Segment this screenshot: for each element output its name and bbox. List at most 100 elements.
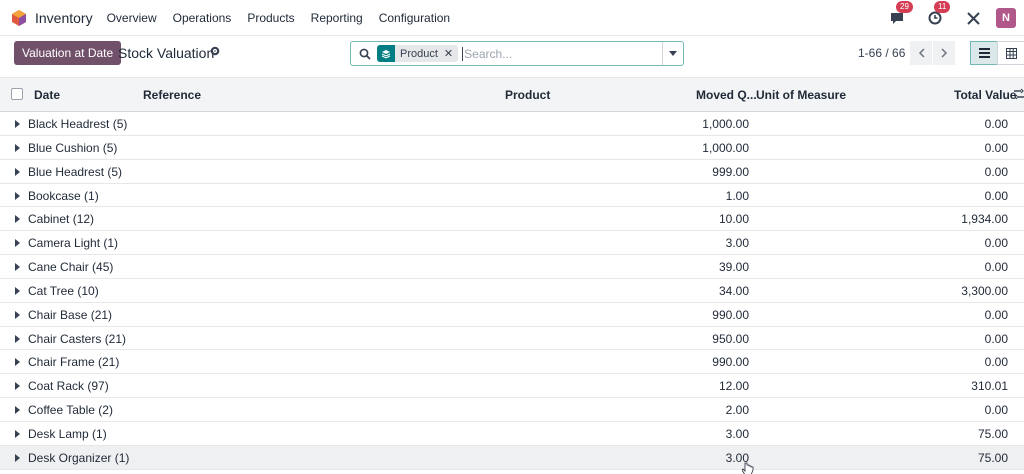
group-row[interactable]: Chair Base (21) 990.00 0.00 xyxy=(0,303,1024,327)
column-settings-icon[interactable] xyxy=(1014,88,1024,100)
group-row[interactable]: Coffee Table (2) 2.00 0.00 xyxy=(0,398,1024,422)
pager-previous-button[interactable] xyxy=(910,41,932,65)
group-name: Black Headrest (5) xyxy=(28,117,128,131)
total-value: 75.00 xyxy=(977,450,1008,465)
group-row[interactable]: Desk Organizer (1) 3.00 75.00 xyxy=(0,445,1024,470)
total-value: 3,300.00 xyxy=(961,283,1008,298)
moved-quantity: 1,000.00 xyxy=(702,140,749,155)
activities-badge: 11 xyxy=(934,1,951,13)
moved-quantity: 34.00 xyxy=(718,283,749,298)
group-name: Bookcase (1) xyxy=(28,188,99,203)
column-product[interactable]: Product xyxy=(505,88,550,102)
group-row[interactable]: Blue Headrest (5) 999.00 0.00 xyxy=(0,160,1024,184)
top-navbar: Inventory Overview Operations Products R… xyxy=(0,0,1024,36)
user-avatar[interactable]: N xyxy=(996,8,1016,28)
caret-right-icon[interactable] xyxy=(15,406,20,415)
menu-reporting[interactable]: Reporting xyxy=(311,11,363,25)
caret-right-icon[interactable] xyxy=(15,239,20,248)
group-row[interactable]: Cabinet (12) 10.00 1,934.00 xyxy=(0,207,1024,232)
chevron-right-icon xyxy=(940,48,947,58)
group-name: Desk Organizer (1) xyxy=(28,450,130,465)
caret-right-icon[interactable] xyxy=(15,358,20,367)
moved-quantity: 39.00 xyxy=(718,260,749,275)
moved-quantity: 3.00 xyxy=(725,236,749,251)
debug-tools-button[interactable] xyxy=(964,9,982,27)
messages-badge: 29 xyxy=(896,1,913,13)
moved-quantity: 12.00 xyxy=(718,379,749,394)
caret-right-icon[interactable] xyxy=(15,263,20,272)
group-row[interactable]: Coat Rack (97) 12.00 310.01 xyxy=(0,374,1024,399)
app-name[interactable]: Inventory xyxy=(35,10,93,26)
activities-button[interactable]: 11 xyxy=(926,1,951,27)
caret-right-icon[interactable] xyxy=(15,310,20,319)
inventory-app-icon[interactable] xyxy=(11,9,27,26)
select-all-checkbox[interactable] xyxy=(11,88,23,100)
search-options-toggle[interactable] xyxy=(662,42,683,65)
group-row[interactable]: Bookcase (1) 1.00 0.00 xyxy=(0,184,1024,208)
caret-right-icon[interactable] xyxy=(15,167,20,176)
group-row[interactable]: Chair Frame (21) 990.00 0.00 xyxy=(0,350,1024,375)
caret-right-icon[interactable] xyxy=(15,143,20,152)
column-date[interactable]: Date xyxy=(34,88,60,102)
caret-right-icon[interactable] xyxy=(15,215,20,224)
moved-quantity: 2.00 xyxy=(725,403,749,418)
page-title: Stock Valuation xyxy=(118,45,215,61)
table-body: Black Headrest (5) 1,000.00 0.00 Blue Cushi… xyxy=(0,112,1024,470)
group-row[interactable]: Black Headrest (5) 1,000.00 0.00 xyxy=(0,112,1024,136)
moved-quantity: 950.00 xyxy=(712,331,749,346)
search-input[interactable] xyxy=(462,46,653,61)
group-row[interactable]: Blue Cushion (5) 1,000.00 0.00 xyxy=(0,136,1024,160)
menu-overview[interactable]: Overview xyxy=(107,11,157,25)
total-value: 0.00 xyxy=(984,236,1008,251)
pager-value[interactable]: 1-66 / 66 xyxy=(858,46,905,60)
column-moved-quantity[interactable]: Moved Q... xyxy=(696,88,757,102)
gear-icon[interactable] xyxy=(210,46,220,56)
group-name: Cat Tree (10) xyxy=(28,283,99,298)
moved-quantity: 10.00 xyxy=(718,212,749,227)
moved-quantity: 990.00 xyxy=(712,355,749,370)
group-row[interactable]: Camera Light (1) 3.00 0.00 xyxy=(0,231,1024,256)
pager-next-button[interactable] xyxy=(933,41,955,65)
group-row[interactable]: Cat Tree (10) 34.00 3,300.00 xyxy=(0,279,1024,303)
caret-right-icon[interactable] xyxy=(15,120,20,128)
list-view-button[interactable] xyxy=(970,41,998,65)
caret-right-icon[interactable] xyxy=(15,429,20,438)
menu-configuration[interactable]: Configuration xyxy=(379,11,450,25)
column-unit-of-measure[interactable]: Unit of Measure xyxy=(756,88,846,102)
total-value: 0.00 xyxy=(984,117,1008,131)
group-name: Cabinet (12) xyxy=(28,212,95,227)
search-bar: Product ✕ xyxy=(350,41,684,66)
group-row[interactable]: Chair Casters (21) 950.00 0.00 xyxy=(0,327,1024,351)
group-name: Chair Casters (21) xyxy=(28,331,127,346)
caret-right-icon[interactable] xyxy=(15,286,20,295)
pivot-view-button[interactable] xyxy=(997,41,1024,65)
caret-right-icon[interactable] xyxy=(15,382,20,391)
valuation-at-date-button[interactable]: Valuation at Date xyxy=(14,41,122,65)
moved-quantity: 1.00 xyxy=(725,188,749,203)
table-icon xyxy=(1005,47,1017,59)
total-value: 75.00 xyxy=(977,426,1008,441)
menu-products[interactable]: Products xyxy=(247,11,294,25)
group-name: Blue Headrest (5) xyxy=(28,164,123,179)
menu-operations[interactable]: Operations xyxy=(173,11,232,25)
group-by-facet: Product ✕ xyxy=(377,45,459,62)
search-icon[interactable] xyxy=(359,48,371,60)
group-row[interactable]: Desk Lamp (1) 3.00 75.00 xyxy=(0,422,1024,446)
control-panel: Valuation at Date Stock Valuation Produc… xyxy=(0,36,1024,77)
column-total-value[interactable]: Total Value xyxy=(954,88,1016,102)
close-icon[interactable]: ✕ xyxy=(444,47,458,60)
group-row[interactable]: Cane Chair (45) 39.00 0.00 xyxy=(0,255,1024,279)
moved-quantity: 3.00 xyxy=(725,426,749,441)
caret-right-icon[interactable] xyxy=(15,191,20,200)
caret-right-icon[interactable] xyxy=(15,334,20,343)
total-value: 0.00 xyxy=(984,307,1008,322)
list-icon xyxy=(978,48,990,58)
caret-right-icon[interactable] xyxy=(15,453,20,462)
column-reference[interactable]: Reference xyxy=(143,88,201,102)
group-name: Desk Lamp (1) xyxy=(28,426,107,441)
total-value: 0.00 xyxy=(984,331,1008,346)
tools-icon xyxy=(966,11,980,25)
total-value: 0.00 xyxy=(984,140,1008,155)
messages-button[interactable]: 29 xyxy=(888,1,913,27)
total-value: 0.00 xyxy=(984,188,1008,203)
